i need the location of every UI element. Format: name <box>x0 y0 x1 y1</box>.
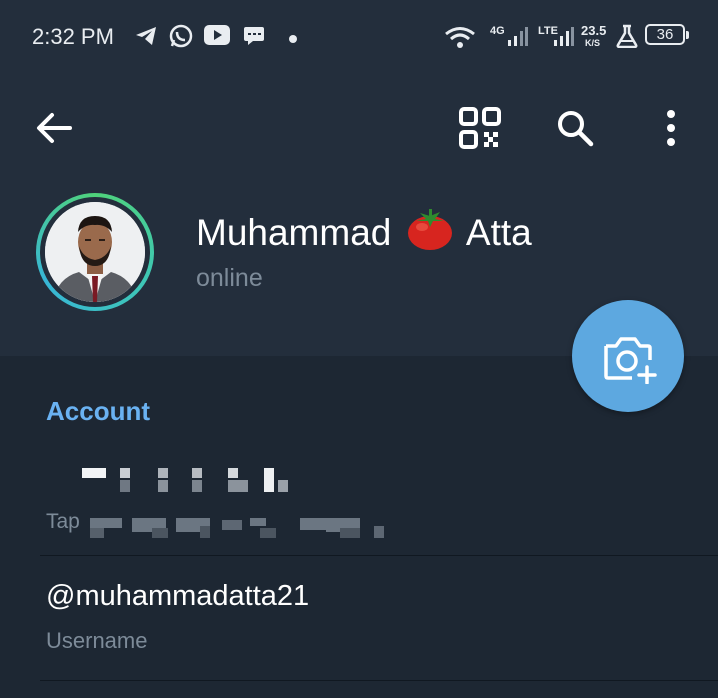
network-4g-label: 4G <box>490 25 505 37</box>
wifi-icon <box>444 26 476 53</box>
speed-value: 23.5 <box>581 23 607 38</box>
phone-hint-redacted <box>90 518 384 538</box>
notification-dot-icon <box>288 31 298 49</box>
account-section-title: Account <box>46 396 150 426</box>
message-icon <box>244 27 264 50</box>
more-vertical-icon[interactable] <box>661 108 681 153</box>
avatar-photo <box>45 202 145 302</box>
search-icon[interactable] <box>555 108 595 153</box>
set-photo-button[interactable] <box>572 300 684 412</box>
row-divider-bottom <box>40 680 718 681</box>
youtube-icon <box>204 25 230 50</box>
telegram-icon <box>134 25 158 52</box>
speed-unit: K/S <box>585 38 601 48</box>
profile-status: online <box>196 264 263 292</box>
profile-name-last: Atta <box>465 212 532 253</box>
phone-number-redacted <box>82 468 288 492</box>
qr-code-icon[interactable] <box>459 107 501 154</box>
profile-name-first: Muhammad <box>196 212 392 253</box>
row-divider <box>40 555 718 556</box>
profile-name: Muhammad Atta <box>196 207 532 260</box>
phone-hint-prefix: Tap <box>46 510 80 533</box>
flask-icon <box>616 24 638 53</box>
signal-icon <box>506 26 528 53</box>
username-value: @muhammadatta21 <box>46 580 310 612</box>
avatar[interactable] <box>36 193 154 311</box>
back-arrow-icon[interactable] <box>34 108 74 153</box>
username-label: Username <box>46 628 148 653</box>
status-bar: 2:32 PM 4G LTE 23.5 K/S 36 <box>0 0 718 72</box>
battery-indicator: 36 <box>645 24 689 45</box>
tomato-emoji-icon <box>406 207 454 260</box>
camera-add-icon <box>602 334 658 389</box>
status-time: 2:32 PM <box>32 24 114 49</box>
whatsapp-icon <box>168 23 194 54</box>
signal-icon-lte <box>552 26 574 53</box>
